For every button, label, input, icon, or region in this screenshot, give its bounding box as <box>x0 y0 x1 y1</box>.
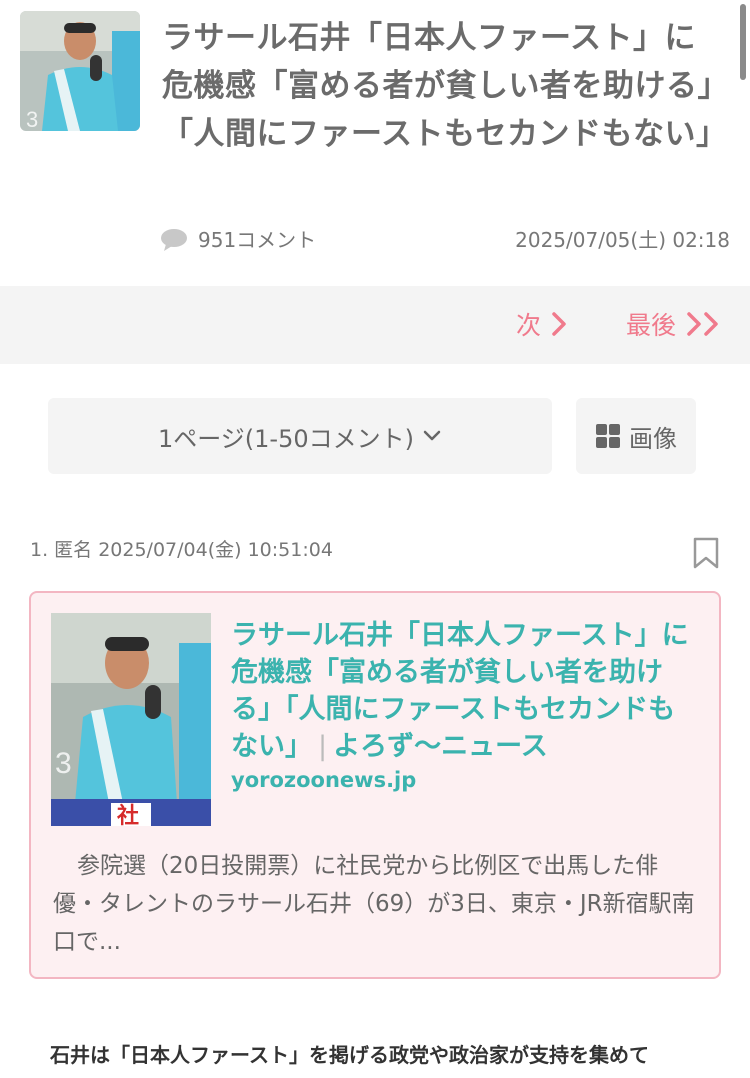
svg-text:社: 社 <box>117 803 139 826</box>
svg-text:3: 3 <box>55 747 72 780</box>
news-photo-icon: 社 3 <box>51 613 211 826</box>
chevron-right-icon <box>552 312 566 336</box>
post-body-text: 石井は「日本人ファースト」を掲げる政党や政治家が支持を集めて <box>50 1043 649 1067</box>
link-preview-title[interactable]: ラサール石井「日本人ファースト」に危機感「富める者が貧しい者を助ける」「人間にフ… <box>231 617 701 765</box>
image-view-button[interactable]: 画像 <box>576 398 696 474</box>
last-page-label: 最後 <box>626 311 677 340</box>
link-preview-description: 参院選（20日投開票）に社民党から比例区で出馬した俳優・タレントのラサール石井（… <box>53 853 695 955</box>
link-preview-domain[interactable]: yorozoonews.jp <box>231 765 416 795</box>
scrollbar[interactable] <box>740 4 746 80</box>
comment-count[interactable]: 951コメント <box>198 226 316 254</box>
page-select-dropdown[interactable]: 1ページ(1-50コメント) <box>48 398 552 474</box>
double-chevron-right-icon <box>687 312 718 336</box>
article-header: 3 ラサール石井「日本人ファースト」に危機感「富める者が貧しい者を助ける」「人間… <box>0 0 750 284</box>
link-preview-site-name: よろず〜ニュース <box>333 731 548 762</box>
title-separator: | <box>318 731 328 762</box>
news-photo-icon: 3 <box>20 11 140 131</box>
next-page-label: 次 <box>516 311 542 340</box>
link-preview-card[interactable]: 社 3 ラサール石井「日本人ファースト」に危機感「富める者が貧しい者を助ける」「… <box>29 591 721 979</box>
article-meta: 951コメント 2025/07/05(土) 02:18 <box>160 226 732 254</box>
last-page-link[interactable]: 最後 <box>626 298 722 350</box>
image-button-label: 画像 <box>629 424 677 453</box>
comment-bubble-icon <box>161 229 187 251</box>
svg-text:3: 3 <box>26 107 38 131</box>
bookmark-icon[interactable] <box>692 536 720 570</box>
page-select-value: 1ページ(1-50コメント) <box>158 424 414 453</box>
grid-icon <box>596 424 620 448</box>
chevron-down-icon <box>423 430 441 441</box>
link-preview-thumbnail[interactable]: 社 3 <box>51 613 211 826</box>
post-header: 1. 匿名 2025/07/04(金) 10:51:04 <box>30 539 333 561</box>
next-page-link[interactable]: 次 <box>516 298 567 350</box>
pager-bar: 次 最後 <box>0 286 750 364</box>
article-thumbnail[interactable]: 3 <box>20 11 140 131</box>
article-timestamp: 2025/07/05(土) 02:18 <box>515 228 730 252</box>
article-title[interactable]: ラサール石井「日本人ファースト」に危機感「富める者が貧しい者を助ける」「人間にフ… <box>162 14 727 158</box>
